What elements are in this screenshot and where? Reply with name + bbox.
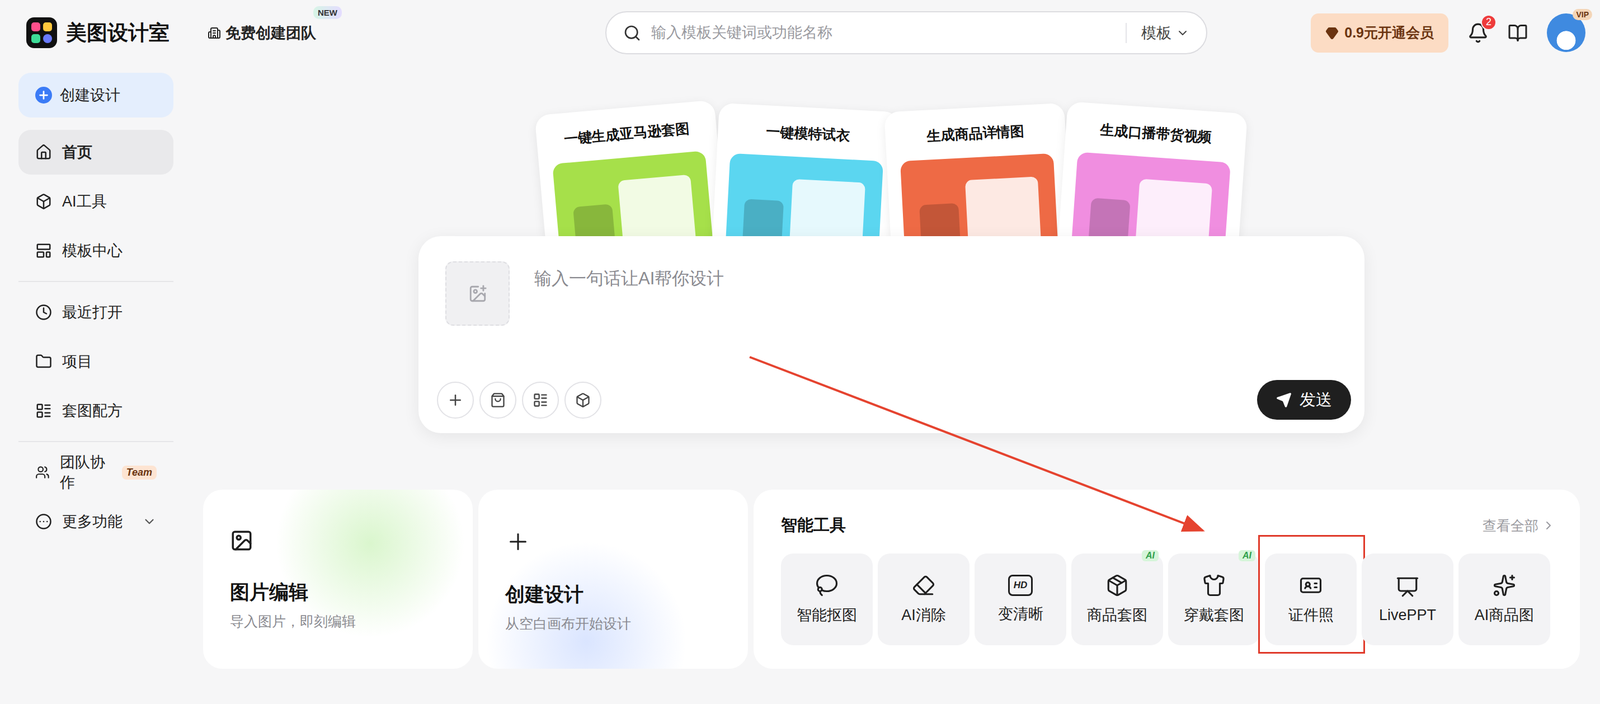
layout-button[interactable] <box>521 381 559 419</box>
tool-icon <box>911 573 936 597</box>
tool-tile[interactable]: AI消除 <box>877 553 970 646</box>
tool-icon <box>815 573 839 597</box>
chevron-down-icon <box>1175 26 1190 40</box>
smart-tools-panel: 智能工具 查看全部智能抠图AI消除HD变清晰商品套图AI穿戴套图AI证件照Live… <box>753 489 1580 669</box>
sidebar-item-icon <box>35 193 53 210</box>
sidebar-item-icon <box>35 513 53 530</box>
image-icon <box>229 528 254 553</box>
sidebar-item[interactable]: 套图配方 <box>18 388 174 434</box>
sidebar-item-icon <box>35 402 53 420</box>
ai-badge: AI <box>1238 549 1256 562</box>
hero: 一键生成亚马逊套图一键模特试衣生成商品详情图生成口播带货视频发送 <box>418 107 1365 434</box>
tool-tile[interactable]: 商品套图AI <box>1071 553 1164 646</box>
image-plus-icon <box>468 284 488 304</box>
image-upload[interactable] <box>445 261 510 326</box>
ai-badge: AI <box>1141 549 1159 562</box>
panel-title: 智能工具 <box>780 514 846 537</box>
tool-tile[interactable]: 穿戴套图AI <box>1168 553 1260 646</box>
tool-tile[interactable]: HD变清晰 <box>974 553 1067 646</box>
sidebar: 创建设计首页AI工具模板中心最近打开项目套图配方团队协作Team更多功能 <box>0 65 190 704</box>
member-button[interactable]: 0.9元开通会员 <box>1310 13 1449 53</box>
building-icon <box>207 26 221 40</box>
new-badge: NEW <box>313 6 342 20</box>
tool-icon <box>1395 575 1420 599</box>
sidebar-group: 首页AI工具模板中心 <box>18 129 174 274</box>
tool-tile[interactable]: 智能抠图 <box>780 553 873 646</box>
sidebar-item-icon <box>35 143 53 161</box>
sidebar-item[interactable]: 首页 <box>18 129 174 175</box>
header-actions: 0.9元开通会员 2 VIP <box>1310 13 1586 53</box>
search-bar: 模板 <box>605 11 1208 55</box>
prompt-input[interactable] <box>533 261 1352 380</box>
team-tag: Team <box>121 465 157 480</box>
tool-tile[interactable]: 证件照 <box>1264 553 1357 646</box>
sidebar-item-icon <box>35 242 53 260</box>
sidebar-item[interactable]: 项目 <box>18 339 174 384</box>
create-design-button[interactable]: 创建设计 <box>18 72 174 118</box>
shortcut-card[interactable]: 图片编辑导入图片，即刻编辑 <box>203 489 473 669</box>
diamond-icon <box>1325 26 1339 40</box>
plus-icon <box>505 528 531 555</box>
cube-icon <box>575 392 591 408</box>
sidebar-group: 团队协作Team更多功能 <box>18 449 174 544</box>
tool-icon <box>1202 573 1226 597</box>
tool-icon <box>1105 573 1129 597</box>
logo-icon <box>26 17 58 49</box>
notification-button[interactable]: 2 <box>1467 22 1489 44</box>
user-avatar[interactable]: VIP <box>1546 13 1586 53</box>
plus-icon <box>35 86 53 104</box>
plus-icon <box>446 391 464 409</box>
highlight-box <box>1258 534 1366 654</box>
add-button[interactable] <box>436 381 474 419</box>
brand: 美图设计室 免费创建团队NEW <box>26 17 606 49</box>
sidebar-item-icon <box>35 463 50 481</box>
logo[interactable]: 美图设计室 <box>26 17 170 49</box>
tool-tile[interactable]: AI商品图 <box>1458 553 1551 646</box>
sidebar-item[interactable]: 最近打开 <box>18 289 174 335</box>
notification-count: 2 <box>1480 14 1497 31</box>
page: 美图设计室 免费创建团队NEW 模板 0.9元开通会员 2 VIP 创建设计首页AI工具模板… <box>0 0 1600 704</box>
chevron-down-icon <box>142 514 157 529</box>
search-scope[interactable]: 模板 <box>1125 22 1190 44</box>
sidebar-item[interactable]: AI工具 <box>18 179 174 224</box>
tool-icon <box>1492 573 1517 597</box>
tool-tile[interactable]: LivePPT <box>1361 553 1454 646</box>
model-button[interactable] <box>564 381 602 419</box>
shortcut-card[interactable]: 创建设计从空白画布开始设计 <box>478 489 748 669</box>
tool-icon <box>1299 573 1323 597</box>
sidebar-divider <box>18 440 174 442</box>
sidebar-item-icon <box>35 353 53 370</box>
bag-icon <box>490 392 506 408</box>
hd-icon: HD <box>1008 574 1033 596</box>
sidebar-item-icon <box>35 303 53 321</box>
search-icon <box>623 24 642 42</box>
create-team-link[interactable]: 免费创建团队NEW <box>207 22 317 44</box>
top-bar: 美图设计室 免费创建团队NEW 模板 0.9元开通会员 2 VIP <box>0 0 1600 66</box>
search-input[interactable] <box>650 23 1117 42</box>
book-icon <box>1507 22 1528 44</box>
view-all-link[interactable]: 查看全部 <box>1482 516 1556 535</box>
guide-button[interactable] <box>1507 22 1528 44</box>
layout-icon <box>532 392 549 408</box>
vip-badge: VIP <box>1572 8 1593 21</box>
sidebar-item[interactable]: 更多功能 <box>18 499 174 544</box>
chevron-right-icon <box>1541 518 1556 533</box>
sidebar-item[interactable]: 团队协作Team <box>18 449 174 495</box>
logo-text: 美图设计室 <box>66 19 170 47</box>
send-icon <box>1276 392 1292 408</box>
shortcut-row: 图片编辑导入图片，即刻编辑创建设计从空白画布开始设计智能工具查看全部智能抠图AI… <box>203 489 1580 669</box>
sidebar-item[interactable]: 模板中心 <box>18 228 174 274</box>
body: 创建设计首页AI工具模板中心最近打开项目套图配方团队协作Team更多功能一键生成… <box>0 65 1600 704</box>
send-button[interactable]: 发送 <box>1257 379 1352 420</box>
product-button[interactable] <box>479 381 517 419</box>
sidebar-group: 最近打开项目套图配方 <box>18 289 174 434</box>
sidebar-divider <box>18 280 174 282</box>
main-content: 一键生成亚马逊套图一键模特试衣生成商品详情图生成口播带货视频发送图片编辑导入图片… <box>189 65 1600 704</box>
ai-prompt-box: 发送 <box>418 236 1365 434</box>
